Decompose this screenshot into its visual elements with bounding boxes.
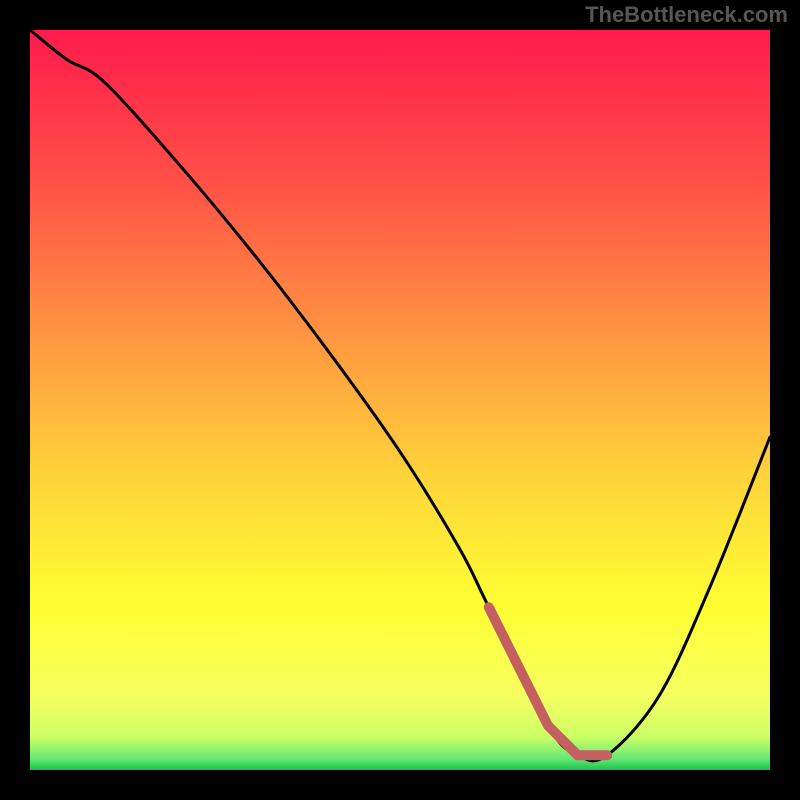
watermark-text: TheBottleneck.com [585, 2, 788, 28]
chart-curve [30, 30, 770, 770]
plot-area [30, 30, 770, 770]
chart-container: TheBottleneck.com [0, 0, 800, 800]
